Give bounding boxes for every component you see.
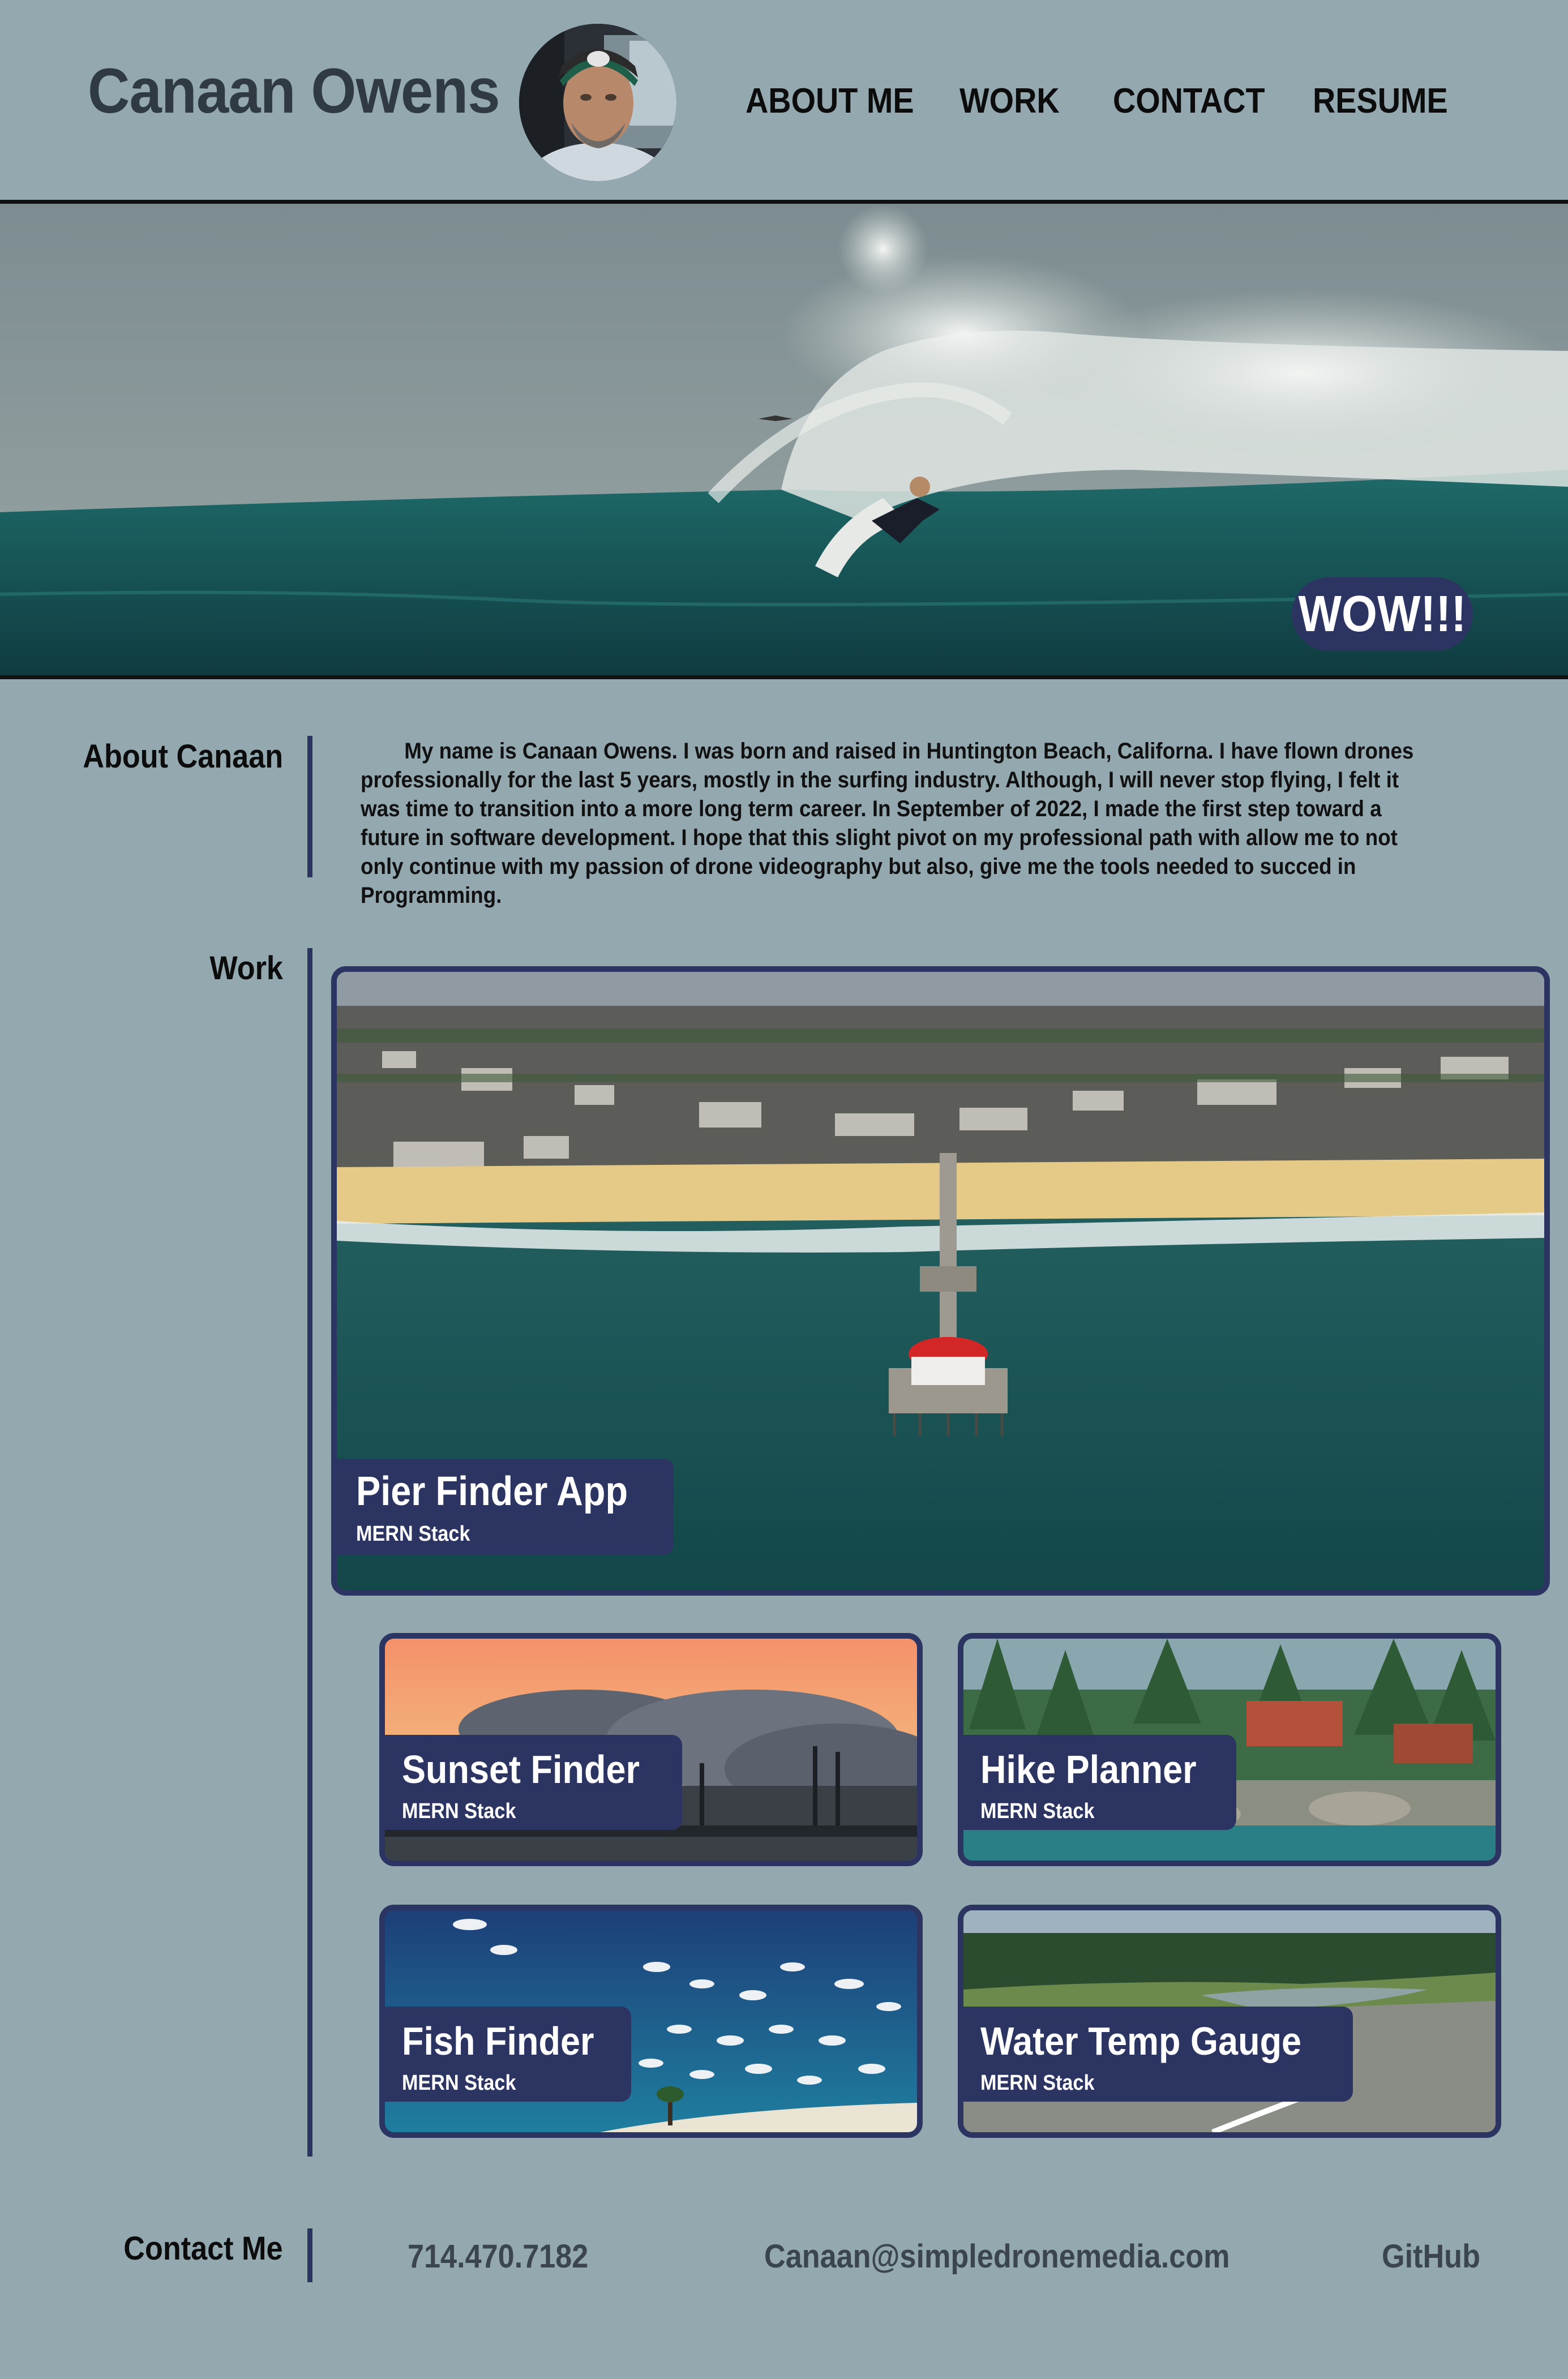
project-stack: MERN Stack	[356, 1522, 470, 1546]
pier-caption: Pier Finder App MERN Stack	[337, 1459, 674, 1555]
nav-work[interactable]: WORK	[959, 84, 1060, 119]
project-title: Sunset Finder	[402, 1747, 640, 1791]
about-heading: About Canaan	[83, 738, 283, 775]
project-title: Water Temp Gauge	[980, 2019, 1302, 2063]
about-divider	[307, 736, 312, 877]
site-name: Canaan Owens	[88, 55, 500, 126]
contact-github-link[interactable]: GitHub	[1382, 2240, 1480, 2273]
nav-contact[interactable]: CONTACT	[1113, 84, 1265, 119]
project-title: Pier Finder App	[356, 1469, 628, 1514]
water-temp-caption: Water Temp Gauge MERN Stack	[963, 2007, 1353, 2102]
work-heading: Work	[209, 950, 283, 987]
project-title: Fish Finder	[402, 2019, 594, 2063]
project-card-water-temp-gauge[interactable]: Water Temp Gauge MERN Stack	[958, 1905, 1501, 2138]
portfolio-page: Canaan Owens ABOUT ME WORK CONTACT RESUM…	[0, 0, 1568, 2379]
project-stack: MERN Stack	[402, 2071, 516, 2095]
contact-divider	[307, 2228, 312, 2282]
about-text: My name is Canaan Owens. I was born and …	[361, 739, 1414, 908]
project-card-sunset-finder[interactable]: Sunset Finder MERN Stack	[379, 1633, 923, 1866]
project-title: Hike Planner	[980, 1747, 1197, 1791]
hike-caption: Hike Planner MERN Stack	[963, 1735, 1237, 1830]
sunset-caption: Sunset Finder MERN Stack	[385, 1735, 682, 1830]
nav-about-me[interactable]: ABOUT ME	[746, 84, 914, 119]
project-card-fish-finder[interactable]: Fish Finder MERN Stack	[379, 1905, 923, 2138]
project-stack: MERN Stack	[980, 2071, 1095, 2095]
project-stack: MERN Stack	[980, 1799, 1095, 1823]
nav-resume[interactable]: RESUME	[1313, 84, 1448, 119]
site-header: Canaan Owens ABOUT ME WORK CONTACT RESUM…	[0, 0, 1568, 204]
project-stack: MERN Stack	[402, 1799, 516, 1823]
hero-wow-badge: WOW!!!	[1292, 577, 1473, 651]
fish-caption: Fish Finder MERN Stack	[385, 2007, 632, 2102]
contact-heading: Contact Me	[123, 2230, 283, 2267]
contact-phone-link[interactable]: 714.470.7182	[408, 2240, 588, 2273]
work-divider	[307, 948, 312, 2157]
project-card-hike-planner[interactable]: Hike Planner MERN Stack	[958, 1633, 1501, 1866]
project-card-pier-finder[interactable]: Pier Finder App MERN Stack	[331, 966, 1550, 1596]
profile-avatar	[519, 24, 676, 181]
contact-email-link[interactable]: Canaan@simpledronemedia.com	[764, 2240, 1230, 2273]
